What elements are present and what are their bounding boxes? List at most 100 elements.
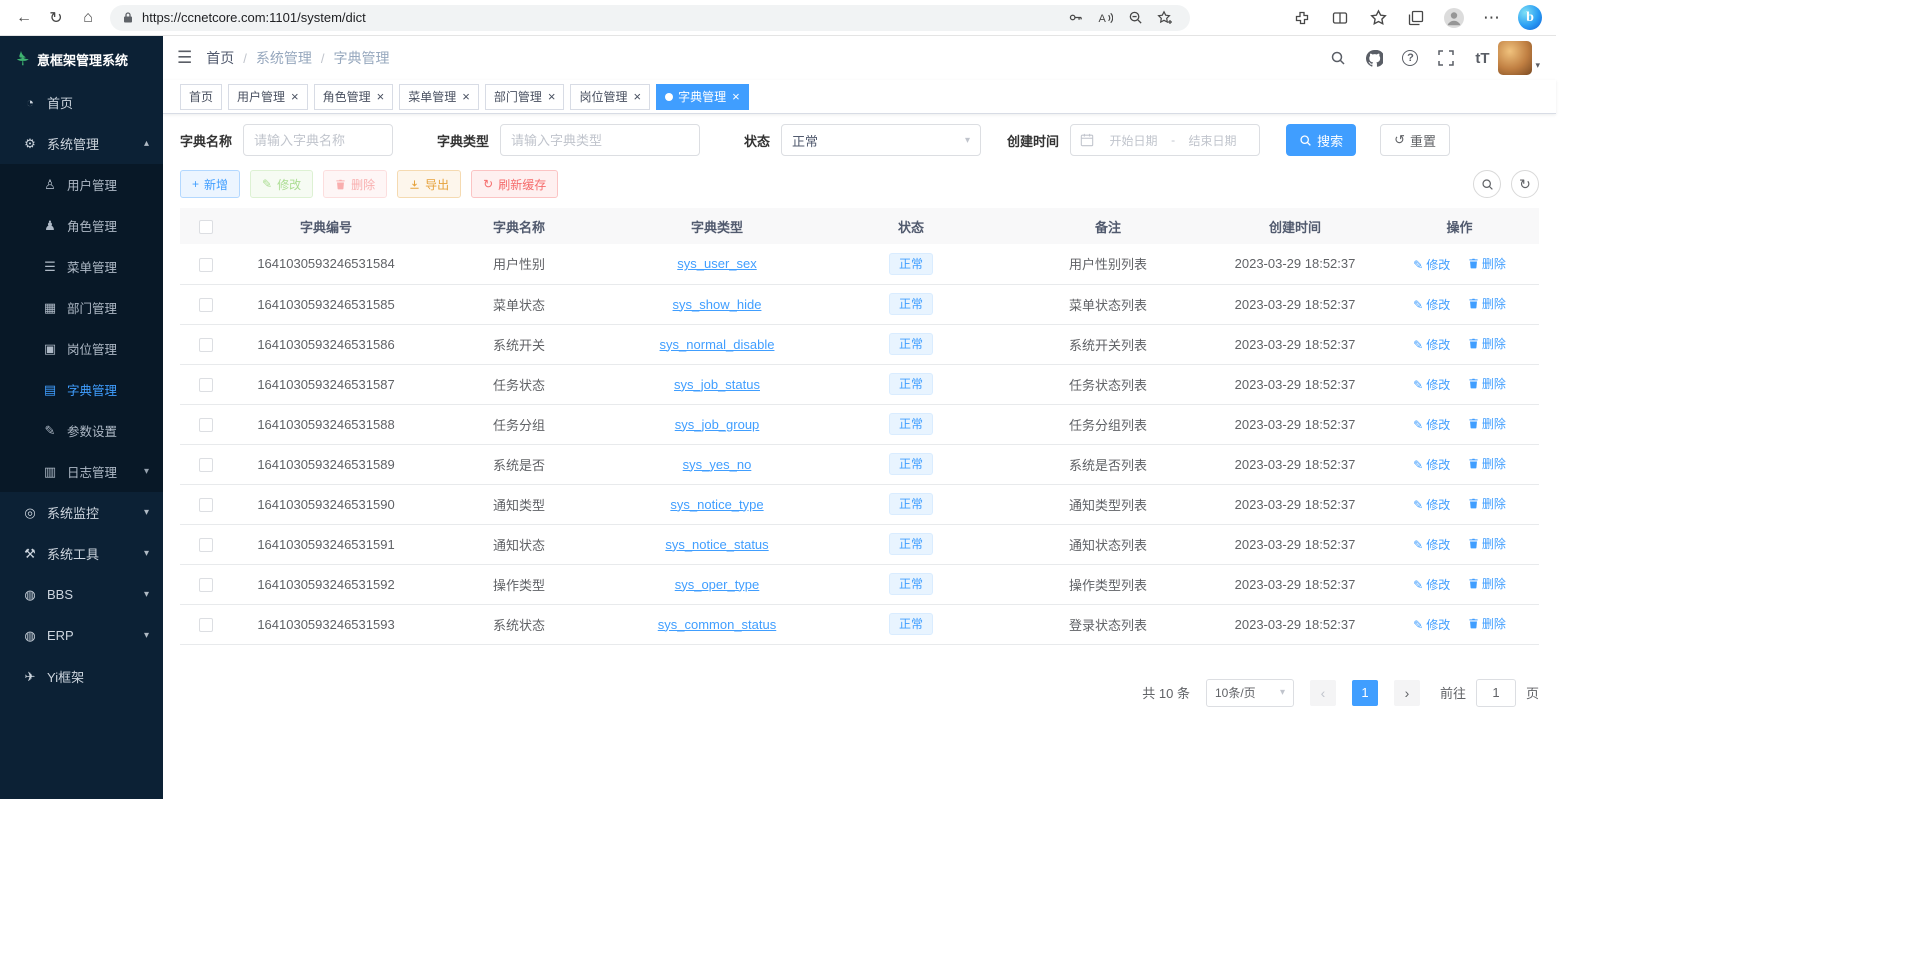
dict-name-input[interactable] bbox=[243, 124, 393, 156]
tab-dept-management[interactable]: 部门管理× bbox=[485, 84, 565, 110]
home-icon[interactable]: ⌂ bbox=[72, 4, 104, 32]
tab-close-icon[interactable]: × bbox=[291, 89, 299, 104]
row-edit-button[interactable]: ✎修改 bbox=[1413, 536, 1450, 553]
split-screen-icon[interactable] bbox=[1328, 4, 1352, 32]
help-icon[interactable]: ? bbox=[1398, 46, 1422, 70]
dict-type-link[interactable]: sys_job_group bbox=[675, 417, 760, 432]
tab-close-icon[interactable]: × bbox=[377, 89, 385, 104]
row-delete-button[interactable]: 删除 bbox=[1468, 255, 1506, 272]
row-edit-button[interactable]: ✎修改 bbox=[1413, 376, 1450, 393]
date-range-picker[interactable]: 开始日期 - 结束日期 bbox=[1070, 124, 1260, 156]
dict-type-link[interactable]: sys_common_status bbox=[658, 617, 777, 632]
next-page-button[interactable]: › bbox=[1394, 680, 1420, 706]
zoom-icon[interactable] bbox=[1122, 7, 1148, 29]
row-delete-button[interactable]: 删除 bbox=[1468, 575, 1506, 592]
row-delete-button[interactable]: 删除 bbox=[1468, 415, 1506, 432]
page-number-1[interactable]: 1 bbox=[1352, 680, 1378, 706]
edit-button[interactable]: ✎ 修改 bbox=[250, 170, 313, 198]
refresh-icon[interactable]: ↻ bbox=[40, 4, 72, 32]
dict-type-link[interactable]: sys_notice_type bbox=[670, 497, 763, 512]
tab-dict-management[interactable]: 字典管理× bbox=[656, 84, 749, 110]
hamburger-icon[interactable]: ☰ bbox=[177, 48, 192, 68]
dict-type-link[interactable]: sys_user_sex bbox=[677, 256, 756, 271]
dict-type-link[interactable]: sys_yes_no bbox=[683, 457, 752, 472]
select-all-checkbox[interactable] bbox=[199, 220, 213, 234]
dict-type-link[interactable]: sys_oper_type bbox=[675, 577, 760, 592]
row-delete-button[interactable]: 删除 bbox=[1468, 495, 1506, 512]
breadcrumb-item[interactable]: 系统管理 bbox=[256, 48, 312, 68]
tab-menu-management[interactable]: 菜单管理× bbox=[399, 84, 479, 110]
sidebar-item-system-management[interactable]: ⚙系统管理▴ bbox=[0, 123, 163, 164]
row-delete-button[interactable]: 删除 bbox=[1468, 335, 1506, 352]
back-icon[interactable]: ← bbox=[8, 4, 40, 32]
sidebar-item-dept-management[interactable]: ▦部门管理 bbox=[0, 287, 163, 328]
fullscreen-icon[interactable] bbox=[1434, 46, 1458, 70]
sidebar-item-log-management[interactable]: ▥日志管理▾ bbox=[0, 451, 163, 492]
collections-icon[interactable] bbox=[1404, 4, 1428, 32]
row-edit-button[interactable]: ✎修改 bbox=[1413, 616, 1450, 633]
page-size-select[interactable]: 10条/页 ▾ bbox=[1206, 679, 1294, 707]
row-checkbox[interactable] bbox=[199, 338, 213, 352]
row-delete-button[interactable]: 删除 bbox=[1468, 455, 1506, 472]
row-checkbox[interactable] bbox=[199, 258, 213, 272]
sidebar-item-role-management[interactable]: ♟角色管理 bbox=[0, 205, 163, 246]
url-bar[interactable]: https://ccnetcore.com:1101/system/dict A bbox=[110, 5, 1190, 31]
search-icon[interactable] bbox=[1326, 46, 1350, 70]
row-delete-button[interactable]: 删除 bbox=[1468, 615, 1506, 632]
dict-type-link[interactable]: sys_notice_status bbox=[665, 537, 768, 552]
status-select[interactable]: 正常 ▾ bbox=[781, 124, 981, 156]
export-button[interactable]: 导出 bbox=[397, 170, 461, 198]
reset-button[interactable]: ↺ 重置 bbox=[1380, 124, 1450, 156]
sidebar-item-bbs[interactable]: ◍BBS▾ bbox=[0, 574, 163, 615]
search-button[interactable]: 搜索 bbox=[1286, 124, 1356, 156]
breadcrumb-item[interactable]: 首页 bbox=[206, 48, 234, 68]
row-edit-button[interactable]: ✎修改 bbox=[1413, 456, 1450, 473]
row-edit-button[interactable]: ✎修改 bbox=[1413, 496, 1450, 513]
profile-icon[interactable] bbox=[1442, 4, 1466, 32]
font-size-icon[interactable]: tT bbox=[1470, 46, 1494, 70]
sidebar-item-system-monitor[interactable]: ◎系统监控▾ bbox=[0, 492, 163, 533]
user-avatar[interactable] bbox=[1498, 41, 1532, 75]
sidebar-item-param-settings[interactable]: ✎参数设置 bbox=[0, 410, 163, 451]
sidebar-item-system-tools[interactable]: ⚒系统工具▾ bbox=[0, 533, 163, 574]
more-icon[interactable]: ⋯ bbox=[1480, 4, 1504, 32]
add-button[interactable]: + 新增 bbox=[180, 170, 240, 198]
row-checkbox[interactable] bbox=[199, 578, 213, 592]
key-icon[interactable] bbox=[1062, 7, 1088, 29]
avatar-container[interactable]: ▾ bbox=[1498, 41, 1540, 75]
sidebar-item-home[interactable]: ◔首页 bbox=[0, 82, 163, 123]
refresh-cache-button[interactable]: ↻ 刷新缓存 bbox=[471, 170, 558, 198]
row-edit-button[interactable]: ✎修改 bbox=[1413, 336, 1450, 353]
add-favorite-icon[interactable] bbox=[1152, 7, 1178, 29]
github-icon[interactable] bbox=[1362, 46, 1386, 70]
sidebar-item-menu-management[interactable]: ☰菜单管理 bbox=[0, 246, 163, 287]
dict-type-input[interactable] bbox=[500, 124, 700, 156]
toggle-search-button[interactable] bbox=[1473, 170, 1501, 198]
row-delete-button[interactable]: 删除 bbox=[1468, 295, 1506, 312]
favorites-icon[interactable] bbox=[1366, 4, 1390, 32]
sidebar-item-post-management[interactable]: ▣岗位管理 bbox=[0, 328, 163, 369]
tab-home[interactable]: 首页 bbox=[180, 84, 222, 110]
read-aloud-icon[interactable]: A bbox=[1092, 7, 1118, 29]
tab-close-icon[interactable]: × bbox=[462, 89, 470, 104]
row-edit-button[interactable]: ✎修改 bbox=[1413, 296, 1450, 313]
sidebar-item-dict-management[interactable]: ▤字典管理 bbox=[0, 369, 163, 410]
row-checkbox[interactable] bbox=[199, 618, 213, 632]
row-checkbox[interactable] bbox=[199, 298, 213, 312]
extensions-icon[interactable] bbox=[1290, 4, 1314, 32]
row-edit-button[interactable]: ✎修改 bbox=[1413, 576, 1450, 593]
prev-page-button[interactable]: ‹ bbox=[1310, 680, 1336, 706]
row-delete-button[interactable]: 删除 bbox=[1468, 535, 1506, 552]
tab-role-management[interactable]: 角色管理× bbox=[314, 84, 394, 110]
dict-type-link[interactable]: sys_show_hide bbox=[673, 297, 762, 312]
row-checkbox[interactable] bbox=[199, 378, 213, 392]
row-edit-button[interactable]: ✎修改 bbox=[1413, 256, 1450, 273]
row-delete-button[interactable]: 删除 bbox=[1468, 375, 1506, 392]
tab-user-management[interactable]: 用户管理× bbox=[228, 84, 308, 110]
tab-close-icon[interactable]: × bbox=[548, 89, 556, 104]
dict-type-link[interactable]: sys_job_status bbox=[674, 377, 760, 392]
goto-page-input[interactable] bbox=[1476, 679, 1516, 707]
row-checkbox[interactable] bbox=[199, 418, 213, 432]
tab-close-icon[interactable]: × bbox=[633, 89, 641, 104]
sidebar-item-yi-framework[interactable]: ✈Yi框架 bbox=[0, 656, 163, 697]
